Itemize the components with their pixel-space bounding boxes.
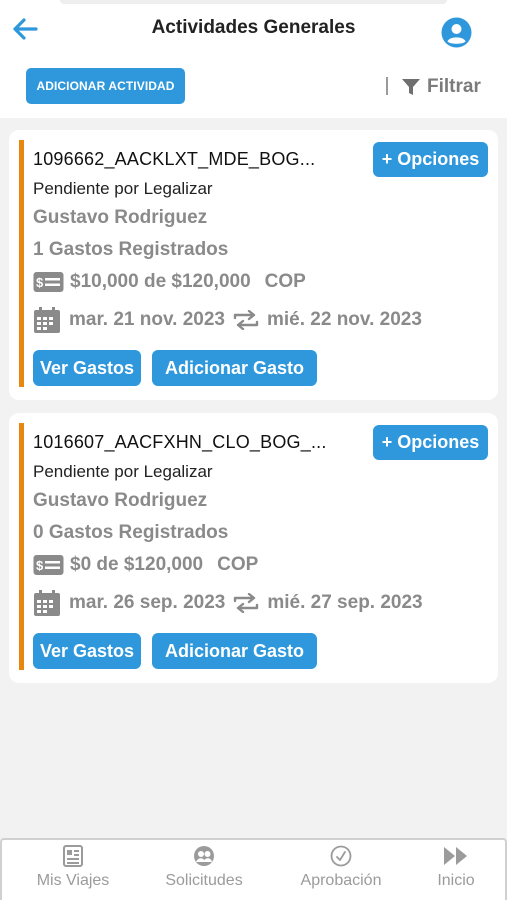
swap-arrows-icon — [234, 593, 259, 613]
start-date: mar. 26 sep. 2023 — [69, 592, 226, 613]
document-icon — [63, 845, 83, 867]
amount-row: $ $10,000 de $120,000 COP — [33, 271, 306, 293]
view-expenses-button[interactable]: Ver Gastos — [33, 350, 141, 386]
toolbar-divider — [386, 77, 388, 95]
filter-label: Filtrar — [427, 76, 481, 97]
nav-item-mis-viajes[interactable]: Mis Viajes — [10, 844, 136, 896]
currency-code: COP — [217, 554, 259, 575]
traveler-name: Gustavo Rodriguez — [33, 490, 208, 511]
check-circle-icon — [330, 845, 352, 867]
expenses-count: 1 Gastos Registrados — [33, 239, 229, 260]
fast-forward-icon — [444, 847, 467, 865]
activity-code: 1096662_AACKLXT_MDE_BOG... — [33, 149, 316, 169]
start-date: mar. 21 nov. 2023 — [69, 309, 225, 330]
money-icon: $ — [33, 555, 64, 575]
activity-status: Pendiente por Legalizar — [33, 462, 213, 481]
status-accent-bar — [19, 140, 24, 387]
add-expense-button[interactable]: Adicionar Gasto — [152, 633, 317, 669]
amount-row: $ $0 de $120,000 COP — [33, 554, 258, 576]
date-row: mar. 26 sep. 2023 mié. 27 sep. 2023 — [33, 589, 423, 617]
add-activity-button[interactable]: ADICIONAR ACTIVIDAD — [26, 68, 185, 104]
page-title: Actividades Generales — [151, 17, 356, 38]
nav-label: Aprobación — [300, 872, 382, 889]
nav-label: Solicitudes — [165, 872, 243, 889]
profile-button[interactable] — [441, 17, 472, 48]
nav-item-solicitudes[interactable]: Solicitudes — [141, 844, 267, 896]
add-expense-button[interactable]: Adicionar Gasto — [152, 350, 317, 386]
calendar-icon — [34, 307, 60, 333]
user-circle-icon — [441, 17, 472, 48]
options-button[interactable]: + Opciones — [373, 425, 488, 460]
expenses-count: 0 Gastos Registrados — [33, 522, 229, 543]
end-date: mié. 22 nov. 2023 — [266, 309, 422, 330]
nav-item-aprobacion[interactable]: Aprobación — [278, 844, 404, 896]
swap-arrows-icon — [233, 310, 259, 330]
nav-item-inicio[interactable]: Inicio — [393, 844, 507, 896]
funnel-icon — [402, 79, 420, 95]
header-top-edge — [60, 0, 447, 4]
end-date: mié. 27 sep. 2023 — [267, 592, 423, 613]
action-toolbar: ADICIONAR ACTIVIDAD Filtrar — [0, 60, 507, 118]
date-row: mar. 21 nov. 2023 mié. 22 nov. 2023 — [33, 306, 422, 334]
app-header: Actividades Generales — [0, 0, 507, 60]
amount-text: $0 de $120,000 — [70, 554, 204, 575]
activity-card: 1016607_AACFXHN_CLO_BOG_... + Opciones P… — [9, 413, 498, 683]
bottom-navigation: Mis Viajes Solicitudes Aprobación Inicio — [0, 838, 507, 900]
calendar-icon — [34, 590, 60, 616]
view-expenses-button[interactable]: Ver Gastos — [33, 633, 141, 669]
traveler-name: Gustavo Rodriguez — [33, 207, 208, 228]
activity-card: 1096662_AACKLXT_MDE_BOG... + Opciones Pe… — [9, 130, 498, 400]
svg-text:$: $ — [36, 558, 44, 573]
filter-button[interactable]: Filtrar — [401, 76, 481, 98]
amount-text: $10,000 de $120,000 — [70, 271, 251, 292]
options-button[interactable]: + Opciones — [373, 142, 488, 177]
money-icon: $ — [33, 272, 64, 292]
svg-text:$: $ — [36, 275, 44, 290]
people-icon — [194, 846, 214, 866]
currency-code: COP — [264, 271, 306, 292]
activity-code: 1016607_AACFXHN_CLO_BOG_... — [33, 432, 327, 452]
nav-label: Mis Viajes — [36, 872, 110, 889]
activity-status: Pendiente por Legalizar — [33, 179, 213, 198]
nav-label: Inicio — [437, 872, 475, 889]
status-accent-bar — [19, 423, 24, 670]
